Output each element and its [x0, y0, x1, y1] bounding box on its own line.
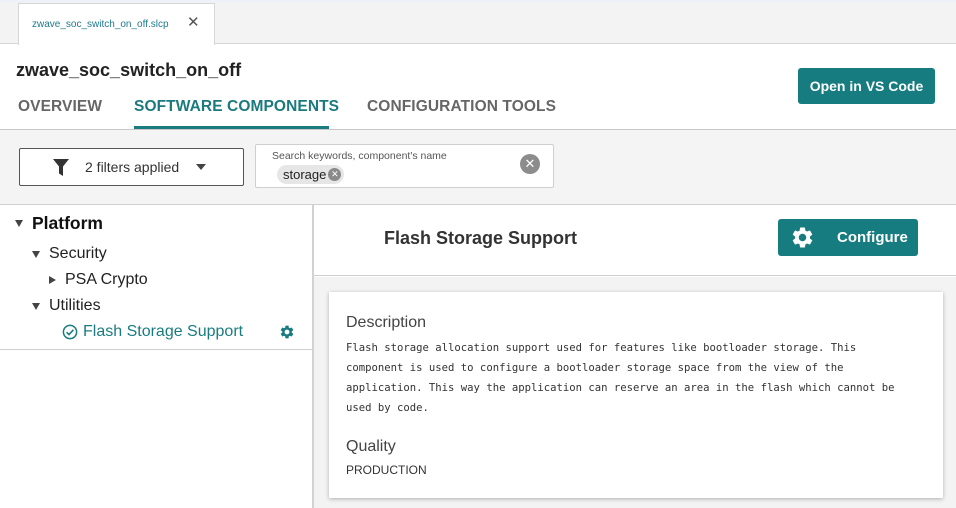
editor-tab-bar: zwave_soc_switch_on_off.slcp ✕: [0, 0, 956, 45]
tree-item-utilities[interactable]: Utilities: [32, 297, 101, 315]
description-line: Flash storage allocation support used fo…: [346, 342, 857, 354]
tree-item-label: Flash Storage Support: [83, 323, 244, 340]
expand-arrow-icon[interactable]: [32, 250, 40, 258]
editor-tab[interactable]: zwave_soc_switch_on_off.slcp ✕: [18, 3, 215, 45]
configure-label: Configure: [837, 229, 908, 246]
search-chip-label: storage: [283, 167, 327, 182]
gear-icon: [790, 225, 815, 255]
chip-remove-icon[interactable]: ✕: [328, 168, 342, 181]
expand-arrow-icon[interactable]: [32, 302, 40, 310]
tree-item-label: PSA Crypto: [65, 271, 148, 288]
expand-arrow-icon[interactable]: [15, 220, 23, 227]
gear-icon[interactable]: [279, 324, 295, 345]
tree-item-platform[interactable]: Platform: [15, 213, 103, 234]
tree-item-security[interactable]: Security: [32, 245, 107, 263]
quality-heading: Quality: [346, 438, 396, 455]
tree-item-label: Platform: [32, 213, 103, 233]
detail-header: Flash Storage Support Configure: [314, 205, 956, 276]
tree-item-label: Security: [49, 245, 107, 262]
editor-tab-label: zwave_soc_switch_on_off.slcp: [32, 19, 169, 30]
collapse-arrow-icon[interactable]: [49, 276, 56, 284]
description-line: application. This way the application ca…: [346, 382, 895, 394]
filter-bar: 2 filters applied Search keywords, compo…: [0, 130, 956, 205]
quality-value: PRODUCTION: [346, 463, 427, 477]
close-icon[interactable]: ✕: [187, 15, 200, 30]
description-heading: Description: [346, 314, 427, 331]
tab-overview[interactable]: OVERVIEW: [18, 98, 102, 116]
search-input[interactable]: Search keywords, component's name storag…: [255, 144, 554, 188]
tree-item-psa-crypto[interactable]: PSA Crypto: [49, 271, 148, 289]
description-line: used by code.: [346, 402, 429, 414]
search-placeholder: Search keywords, component's name: [272, 150, 447, 162]
chevron-down-icon: [196, 164, 206, 170]
clear-search-icon[interactable]: ✕: [520, 154, 540, 174]
filters-label: 2 filters applied: [85, 159, 180, 175]
project-title: zwave_soc_switch_on_off: [16, 60, 242, 80]
component-tree: Platform Security PSA Crypto Utilities F…: [0, 205, 313, 350]
configure-button[interactable]: Configure: [778, 219, 918, 256]
component-info-card: Description Flash storage allocation sup…: [329, 292, 943, 498]
filters-button[interactable]: 2 filters applied: [19, 148, 244, 186]
tab-software-components[interactable]: SOFTWARE COMPONENTS: [134, 98, 339, 116]
component-title: Flash Storage Support: [384, 228, 578, 248]
filter-icon: [53, 159, 69, 182]
description-text: Flash storage allocation support used fo…: [346, 338, 926, 418]
installed-check-icon: [62, 324, 78, 340]
search-chip[interactable]: storage ✕: [277, 165, 345, 184]
tree-item-flash-storage-support[interactable]: Flash Storage Support: [62, 323, 243, 341]
tree-item-label: Utilities: [49, 297, 101, 314]
tab-configuration-tools[interactable]: CONFIGURATION TOOLS: [367, 98, 556, 116]
open-in-vscode-button[interactable]: Open in VS Code: [798, 68, 935, 104]
description-line: component is used to configure a bootloa…: [346, 362, 844, 374]
